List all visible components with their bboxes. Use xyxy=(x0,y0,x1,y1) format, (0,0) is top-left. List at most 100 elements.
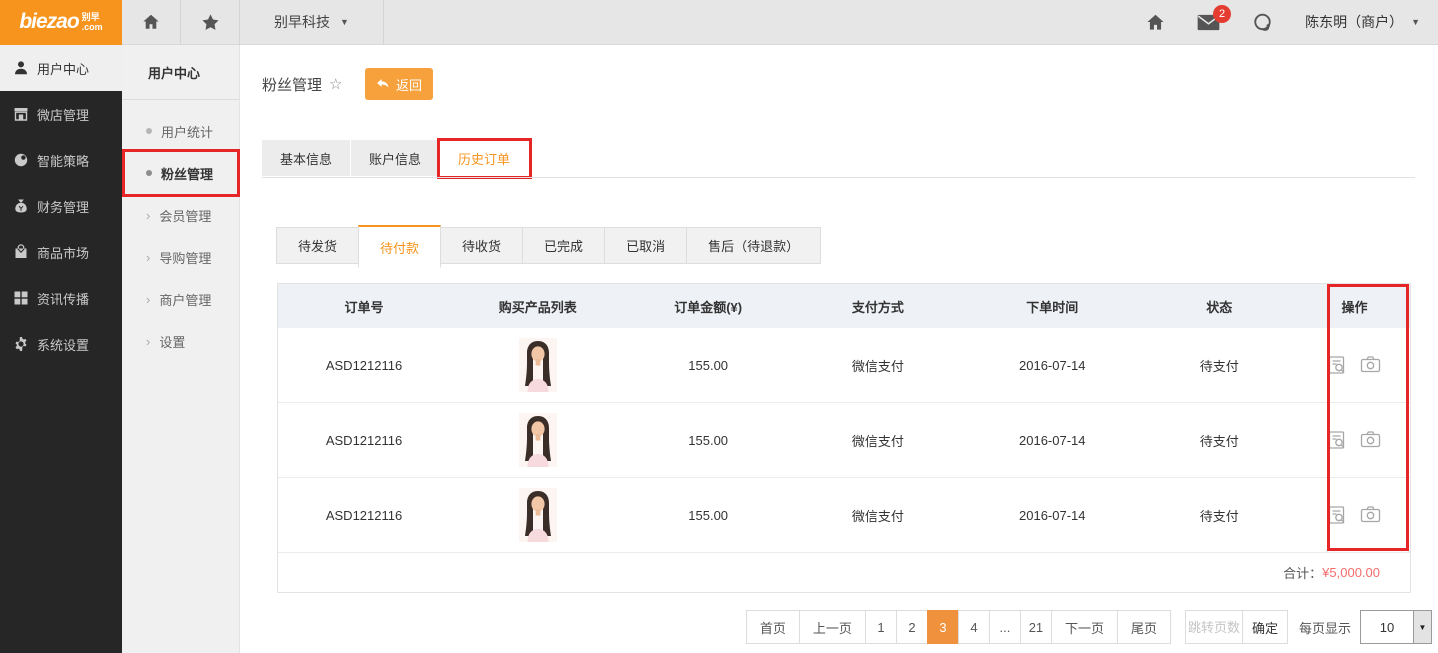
page-button-3-current[interactable]: 3 xyxy=(927,610,959,644)
amount-cell: 155.00 xyxy=(626,433,791,448)
order-tab-cancelled[interactable]: 已取消 xyxy=(604,227,687,264)
table-header-row: 订单号 购买产品列表 订单金额(¥) 支付方式 下单时间 状态 操作 xyxy=(278,284,1410,328)
camera-icon[interactable] xyxy=(1360,355,1381,375)
user-name: 陈东明（商户） xyxy=(1305,12,1403,32)
support-button[interactable] xyxy=(1252,12,1273,33)
sidebar-item-weidian-management[interactable]: 微店管理 xyxy=(0,91,122,137)
confirm-label: 确定 xyxy=(1252,618,1278,637)
logo-text: biezao xyxy=(19,10,78,34)
column-header-actions: 操作 xyxy=(1299,297,1410,316)
jump-page-input[interactable] xyxy=(1185,610,1243,644)
order-tab-after-sale[interactable]: 售后（待退款） xyxy=(686,227,821,264)
messages-button[interactable]: 2 xyxy=(1197,14,1220,31)
status-cell: 待支付 xyxy=(1139,431,1299,450)
product-photo[interactable] xyxy=(519,413,557,467)
subnav-item-settings[interactable]: › 设置 xyxy=(122,320,239,362)
sidebar-item-label: 商品市场 xyxy=(37,243,89,262)
chevron-down-icon: ▼ xyxy=(1411,17,1420,27)
main-sidebar: 用户中心 微店管理 智能策略 财务管理 商品市场 资讯传播 系统设置 xyxy=(0,45,122,653)
subnav-item-label: 用户统计 xyxy=(161,122,213,141)
home-button[interactable] xyxy=(1146,13,1165,32)
user-account-dropdown[interactable]: 陈东明（商户） ▼ xyxy=(1305,12,1420,32)
sidebar-item-goods-market[interactable]: 商品市场 xyxy=(0,229,122,275)
column-header-status: 状态 xyxy=(1139,297,1299,316)
column-header-order-no: 订单号 xyxy=(278,297,450,316)
home-shortcut-button[interactable] xyxy=(122,0,181,45)
view-order-detail-icon[interactable] xyxy=(1327,430,1347,450)
sidebar-item-user-center[interactable]: 用户中心 xyxy=(0,45,122,91)
per-page-select[interactable]: 10 ▼ xyxy=(1360,610,1432,644)
sidebar-item-info-broadcast[interactable]: 资讯传播 xyxy=(0,275,122,321)
subnav-item-merchant-management[interactable]: › 商户管理 xyxy=(122,278,239,320)
view-order-detail-icon[interactable] xyxy=(1327,505,1347,525)
sidebar-item-smart-strategy[interactable]: 智能策略 xyxy=(0,137,122,183)
page-button-4[interactable]: 4 xyxy=(958,610,990,644)
view-order-detail-icon[interactable] xyxy=(1327,355,1347,375)
camera-icon[interactable] xyxy=(1360,505,1381,525)
chevron-down-icon: ▼ xyxy=(340,17,349,27)
favorites-button[interactable] xyxy=(181,0,240,45)
subnav-item-guide-management[interactable]: › 导购管理 xyxy=(122,236,239,278)
logo[interactable]: biezao 别早 .com xyxy=(0,0,122,45)
page-number: 2 xyxy=(908,620,915,635)
amount-cell: 155.00 xyxy=(626,508,791,523)
subnav-item-label: 导购管理 xyxy=(159,248,211,267)
first-page-button[interactable]: 首页 xyxy=(746,610,800,644)
order-tab-label: 待收货 xyxy=(462,236,501,255)
tab-basic-info[interactable]: 基本信息 xyxy=(262,140,350,176)
subnav-item-label: 会员管理 xyxy=(159,206,211,225)
tab-account-info[interactable]: 账户信息 xyxy=(351,140,439,176)
subnav-item-label: 粉丝管理 xyxy=(161,164,213,183)
order-no-cell: ASD1212116 xyxy=(278,508,450,523)
sidebar-item-system-settings[interactable]: 系统设置 xyxy=(0,321,122,367)
page-header: 粉丝管理 ☆ 返回 xyxy=(262,68,342,100)
last-page-button[interactable]: 尾页 xyxy=(1117,610,1171,644)
total-label: 合计： xyxy=(1283,563,1322,582)
order-status-tabs: 待发货 待付款 待收货 已完成 已取消 售后（待退款） xyxy=(277,227,821,268)
order-tab-to-ship[interactable]: 待发货 xyxy=(276,227,359,264)
chevron-right-icon: › xyxy=(146,250,150,265)
tab-label: 历史订单 xyxy=(458,149,510,168)
per-page-value: 10 xyxy=(1361,620,1413,635)
logo-com: .com xyxy=(82,22,103,32)
per-page-label: 每页显示 xyxy=(1299,618,1351,637)
product-photo[interactable] xyxy=(519,488,557,542)
pagination: 首页 上一页 1 2 3 4 ... 21 下一页 尾页 确定 每页显示 10 … xyxy=(747,610,1432,644)
last-page-label: 尾页 xyxy=(1131,618,1157,637)
order-tab-label: 售后（待退款） xyxy=(708,236,799,255)
product-image-cell xyxy=(450,338,625,392)
page-button-1[interactable]: 1 xyxy=(865,610,897,644)
prev-page-button[interactable]: 上一页 xyxy=(799,610,866,644)
tab-order-history[interactable]: 历史订单 xyxy=(440,140,528,176)
confirm-jump-button[interactable]: 确定 xyxy=(1242,610,1288,644)
chevron-right-icon: › xyxy=(146,292,150,307)
main-content: 粉丝管理 ☆ 返回 基本信息 账户信息 历史订单 待发货 待付款 待收货 xyxy=(240,45,1438,653)
sidebar-item-finance-management[interactable]: 财务管理 xyxy=(0,183,122,229)
column-header-order-time: 下单时间 xyxy=(965,297,1139,316)
table-row: ASD1212116 155.00 微信支付 2016-07-14 待支付 xyxy=(278,478,1410,553)
column-header-products: 购买产品列表 xyxy=(450,297,625,316)
product-photo[interactable] xyxy=(519,338,557,392)
orders-table: 订单号 购买产品列表 订单金额(¥) 支付方式 下单时间 状态 操作 ASD12… xyxy=(277,283,1411,593)
order-tab-to-receive[interactable]: 待收货 xyxy=(440,227,523,264)
favorite-star-icon[interactable]: ☆ xyxy=(329,75,342,93)
payment-cell: 微信支付 xyxy=(791,431,965,450)
order-tab-pending-payment[interactable]: 待付款 xyxy=(358,225,441,268)
payment-cell: 微信支付 xyxy=(791,356,965,375)
top-bar: biezao 别早 .com 别早科技 ▼ 2 xyxy=(0,0,1438,45)
subnav-item-member-management[interactable]: › 会员管理 xyxy=(122,194,239,236)
order-tab-completed[interactable]: 已完成 xyxy=(522,227,605,264)
column-header-payment: 支付方式 xyxy=(791,297,965,316)
company-name: 别早科技 xyxy=(274,12,330,32)
back-button[interactable]: 返回 xyxy=(365,68,433,100)
subnav-item-user-stats[interactable]: 用户统计 xyxy=(122,110,239,152)
camera-icon[interactable] xyxy=(1360,430,1381,450)
page-button-21[interactable]: 21 xyxy=(1020,610,1052,644)
next-page-button[interactable]: 下一页 xyxy=(1051,610,1118,644)
store-icon xyxy=(13,106,29,122)
subnav-item-fans-management[interactable]: 粉丝管理 xyxy=(122,152,239,194)
tab-label: 账户信息 xyxy=(369,149,421,168)
chevron-right-icon: › xyxy=(146,334,150,349)
page-button-2[interactable]: 2 xyxy=(896,610,928,644)
company-dropdown[interactable]: 别早科技 ▼ xyxy=(240,0,384,45)
